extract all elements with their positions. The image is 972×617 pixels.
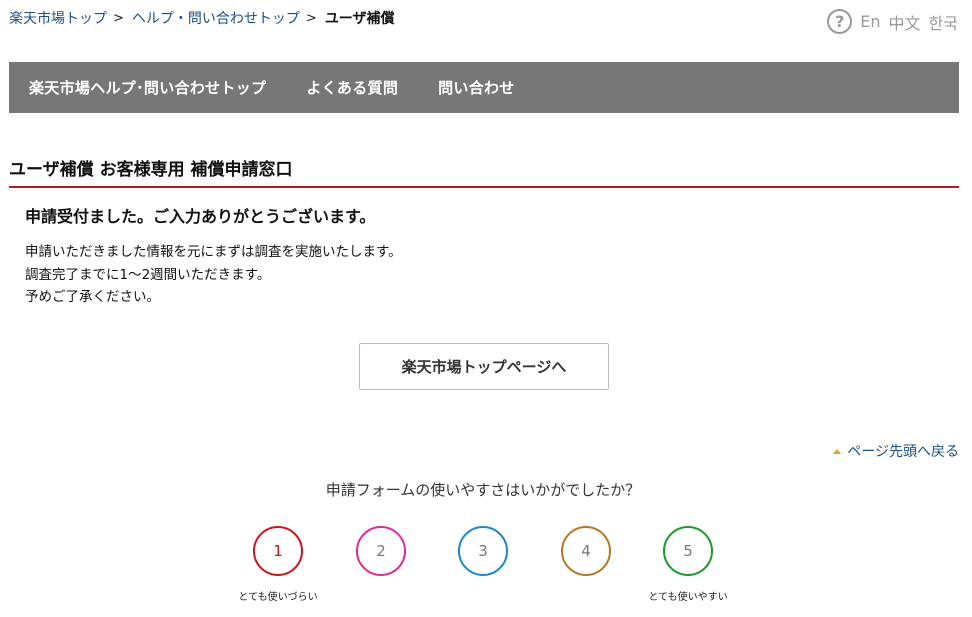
rating-scale: 1 2 3 4 5 [0,526,972,586]
confirmation-line: 調査完了までに1〜2週間いただきます。 [25,266,271,283]
language-en[interactable]: En [860,12,880,31]
rakuten-top-page-button[interactable]: 楽天市場トップページへ [359,343,609,390]
confirmation-line: 予めご了承ください。 [25,289,160,305]
nav-contact[interactable]: 問い合わせ [438,77,515,98]
nav-help-top[interactable]: 楽天市場ヘルプ･問い合わせトップ [29,77,266,98]
rating-3-button[interactable]: 3 [458,526,508,576]
language-switcher: ? En 中文 한국 [827,9,958,34]
confirmation-heading: 申請受付ました。ご入力ありがとうございます。 [25,207,376,226]
nav-faq[interactable]: よくある質問 [306,77,398,98]
language-ko[interactable]: 한국 [929,10,958,34]
breadcrumb-separator: > [113,10,124,26]
breadcrumb-rakuten-top[interactable]: 楽天市場トップ [9,8,107,28]
confirmation-line: 申請いただきました情報を元にまずは調査を実施いたします。 [25,244,402,260]
main-nav: 楽天市場ヘルプ･問い合わせトップ よくある質問 問い合わせ [9,62,959,113]
rating-low-label: とても使いづらい [238,592,318,603]
rating-2-button[interactable]: 2 [356,526,406,576]
language-zh[interactable]: 中文 [889,10,921,34]
rating-4-button[interactable]: 4 [561,526,611,576]
rating-5-button[interactable]: 5 [663,526,713,576]
back-to-top-label: ページ先頭へ戻る [847,444,959,460]
survey-question: 申請フォームの使いやすさはいかがでしたか？ [325,481,641,499]
triangle-up-icon [833,448,842,454]
rating-1-button[interactable]: 1 [253,526,303,576]
back-to-top-link[interactable]: ページ先頭へ戻る [833,441,959,461]
rating-high-label: とても使いやすい [648,592,728,603]
breadcrumb-separator: > [305,10,317,26]
breadcrumb-current: ユーザ補償 [324,11,395,27]
header: 楽天市場トップ > ヘルプ・問い合わせトップ > ユーザ補償 ? En 中文 한… [0,0,972,60]
confirmation-message: 申請受付ました。ご入力ありがとうございます。 申請いただきました情報を元にまずは… [25,203,402,309]
breadcrumb: 楽天市場トップ > ヘルプ・問い合わせトップ > ユーザ補償 [9,8,395,28]
question-circle-icon[interactable]: ? [827,9,853,34]
page-title: ユーザ補償 お客様専用 補償申請窓口 [9,155,959,188]
breadcrumb-help-top[interactable]: ヘルプ・問い合わせトップ [132,8,300,28]
